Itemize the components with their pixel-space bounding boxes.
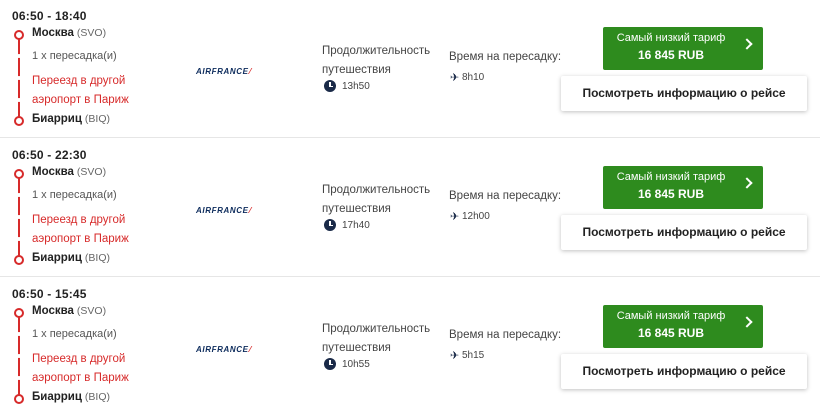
flight-times: 06:50 - 15:45	[12, 287, 87, 301]
flight-times: 06:50 - 22:30	[12, 148, 87, 162]
origin-city: Москва (SVO)	[32, 305, 107, 317]
lowest-fare-button[interactable]: Самый низкий тариф 16 845 RUB	[603, 305, 763, 348]
lowest-fare-button[interactable]: Самый низкий тариф 16 845 RUB	[603, 166, 763, 209]
airline-logo: AIRFRANCE⁄	[196, 345, 252, 354]
origin-marker	[14, 30, 24, 40]
flight-info-button[interactable]: Посмотреть информацию о рейсе	[561, 354, 807, 389]
chevron-right-icon	[741, 38, 753, 50]
route-stop-dot	[17, 193, 21, 197]
layover-label: Время на пересадку:	[449, 329, 562, 341]
origin-code: (SVO)	[76, 27, 107, 39]
clock-icon	[324, 80, 336, 92]
duration-label: Продолжительность путешествия	[322, 45, 431, 76]
layover-label: Время на пересадку:	[449, 51, 562, 63]
route-stop-dot	[17, 76, 21, 80]
layover-value: 8h10	[462, 72, 485, 83]
flight-card: 06:50 - 22:30 Москва (SVO) 1 x пересадка(…	[0, 139, 820, 277]
flight-times: 06:50 - 18:40	[12, 9, 87, 23]
route-stop-dot	[17, 237, 21, 241]
fare-price: 16 845 RUB	[637, 326, 705, 340]
route-stop-dot	[17, 215, 21, 219]
chevron-right-icon	[741, 316, 753, 328]
route-stop-dot	[17, 54, 21, 58]
airport-change-warning: Переезд в другой аэропорт в Париж	[32, 214, 129, 245]
clock-icon	[324, 219, 336, 231]
airline-logo: AIRFRANCE⁄	[196, 67, 252, 76]
flight-info-button[interactable]: Посмотреть информацию о рейсе	[561, 215, 807, 250]
airport-change-warning: Переезд в другой аэропорт в Париж	[32, 75, 129, 106]
layover-label: Время на пересадку:	[449, 190, 562, 202]
destination-city: Биарриц (BIQ)	[32, 113, 111, 125]
layover-value: 12h00	[462, 211, 490, 222]
route-stop-dot	[17, 376, 21, 380]
flight-info-button[interactable]: Посмотреть информацию о рейсе	[561, 76, 807, 111]
duration-value: 13h50	[342, 81, 370, 92]
layover-value: 5h15	[462, 350, 485, 361]
fare-price: 16 845 RUB	[637, 187, 705, 201]
clock-icon	[324, 358, 336, 370]
destination-city: Биарриц (BIQ)	[32, 252, 111, 264]
destination-code: (BIQ)	[84, 113, 111, 125]
fare-label: Самый низкий тариф	[616, 310, 726, 322]
lowest-fare-button[interactable]: Самый низкий тариф 16 845 RUB	[603, 27, 763, 70]
origin-code: (SVO)	[76, 166, 107, 178]
destination-marker	[14, 255, 24, 265]
plane-icon: ✈	[450, 211, 460, 223]
route-stop-dot	[17, 332, 21, 336]
duration-label: Продолжительность путешествия	[322, 323, 431, 354]
stops-count: 1 x пересадка(и)	[32, 189, 117, 201]
origin-city: Москва (SVO)	[32, 166, 107, 178]
airport-change-warning: Переезд в другой аэропорт в Париж	[32, 353, 129, 384]
flight-results-list: 06:50 - 18:40 Москва (SVO) 1 x пересадка(…	[0, 0, 820, 413]
origin-code: (SVO)	[76, 305, 107, 317]
airline-logo: AIRFRANCE⁄	[196, 206, 252, 215]
destination-marker	[14, 116, 24, 126]
destination-city: Биарриц (BIQ)	[32, 391, 111, 403]
origin-city: Москва (SVO)	[32, 27, 107, 39]
fare-price: 16 845 RUB	[637, 48, 705, 62]
stops-count: 1 x пересадка(и)	[32, 328, 117, 340]
duration-value: 10h55	[342, 359, 370, 370]
destination-code: (BIQ)	[84, 391, 111, 403]
route-stop-dot	[17, 354, 21, 358]
stops-count: 1 x пересадка(и)	[32, 50, 117, 62]
flight-card: 06:50 - 15:45 Москва (SVO) 1 x пересадка(…	[0, 278, 820, 413]
plane-icon: ✈	[450, 350, 460, 362]
duration-label: Продолжительность путешествия	[322, 184, 431, 215]
fare-label: Самый низкий тариф	[616, 32, 726, 44]
chevron-right-icon	[741, 177, 753, 189]
destination-code: (BIQ)	[84, 252, 111, 264]
flight-card: 06:50 - 18:40 Москва (SVO) 1 x пересадка(…	[0, 0, 820, 138]
plane-icon: ✈	[450, 72, 460, 84]
duration-value: 17h40	[342, 220, 370, 231]
fare-label: Самый низкий тариф	[616, 171, 726, 183]
origin-marker	[14, 308, 24, 318]
destination-marker	[14, 394, 24, 404]
route-stop-dot	[17, 98, 21, 102]
origin-marker	[14, 169, 24, 179]
